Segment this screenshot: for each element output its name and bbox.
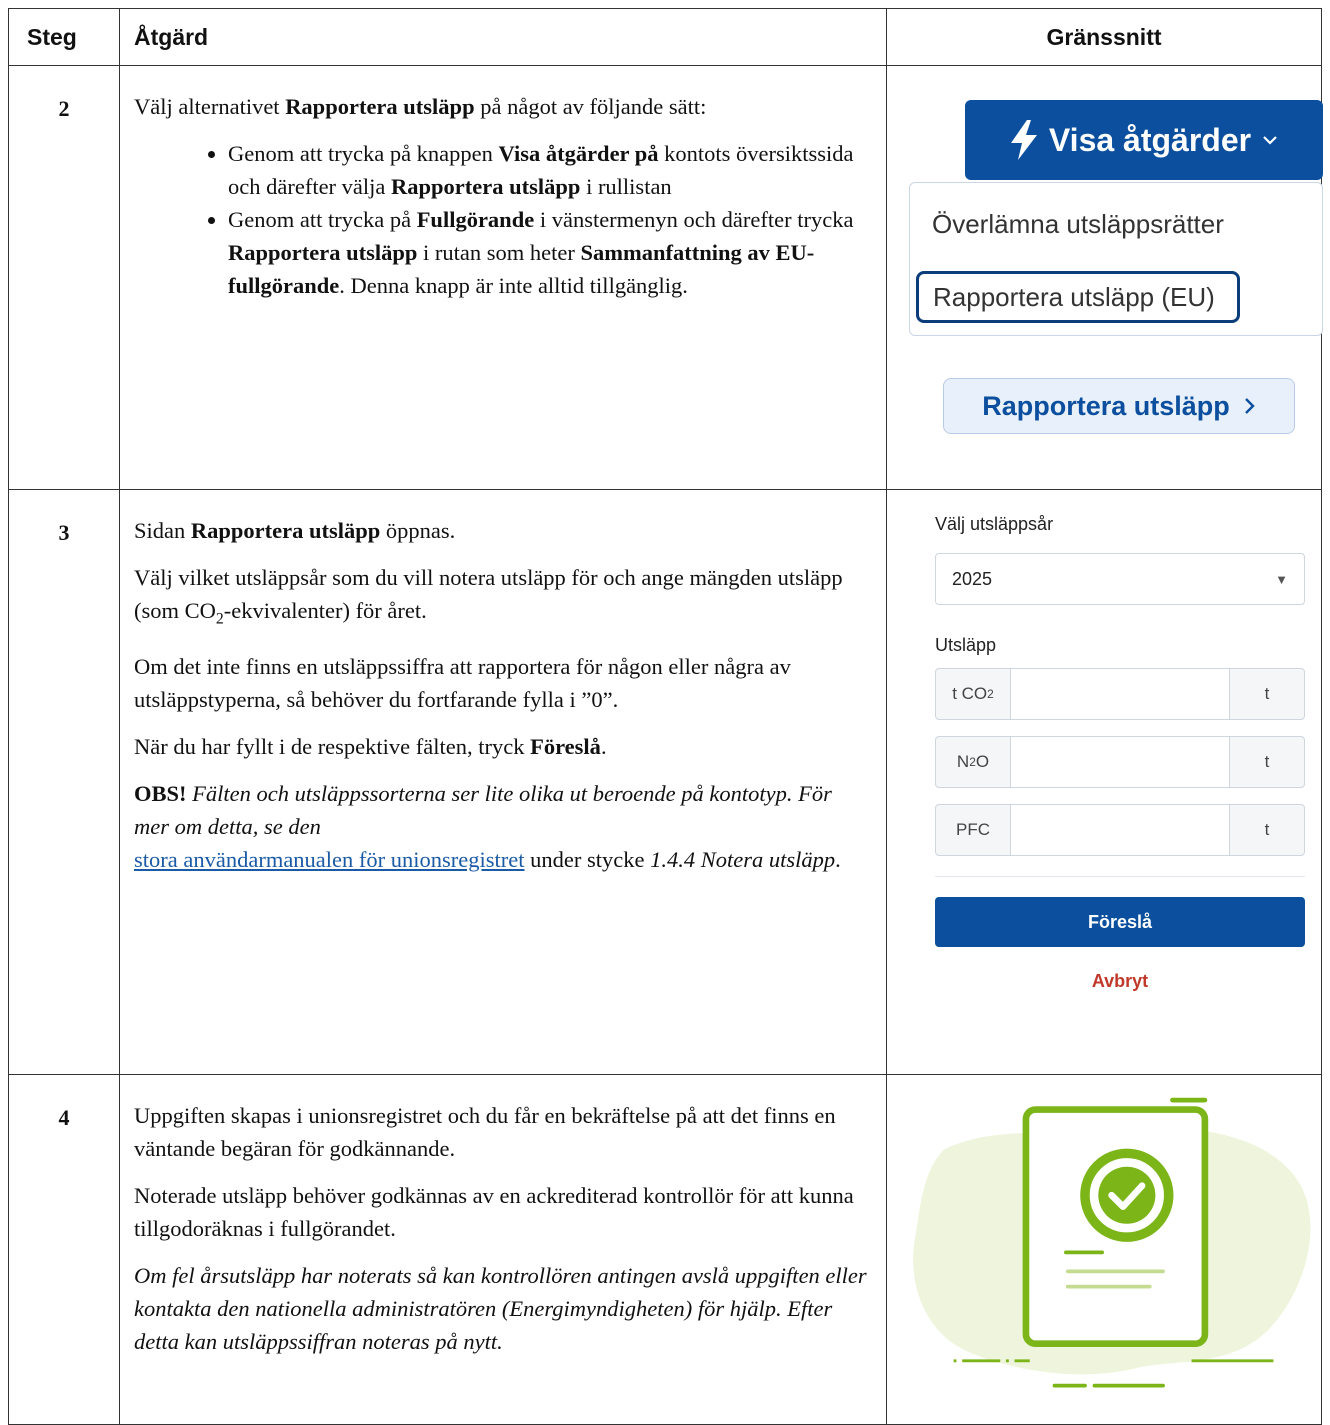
text: på något av följande sätt: bbox=[474, 94, 707, 119]
header-steg: Steg bbox=[8, 8, 120, 66]
bold-text: Rapportera utsläpp bbox=[228, 240, 418, 265]
actions-dropdown: Överlämna utsläppsrätter Rapportera utsl… bbox=[909, 182, 1323, 336]
steps-table: Steg Åtgärd Gränssnitt 2 Välj alternativ… bbox=[8, 8, 1323, 1425]
header-granssnitt: Gränssnitt bbox=[886, 8, 1322, 66]
bold-text: Rapportera utsläpp bbox=[391, 174, 581, 199]
input-unit: t bbox=[1229, 668, 1305, 720]
gui-cell: Visa åtgärder Överlämna utsläppsrätter R… bbox=[886, 65, 1323, 490]
list-item: Genom att trycka på knappen Visa åtgärde… bbox=[228, 137, 872, 203]
list-item: Genom att trycka på Fullgörande i vänste… bbox=[228, 203, 872, 302]
text: i rullistan bbox=[580, 174, 672, 199]
step-paragraph: Välj alternativet Rapportera utsläpp på … bbox=[134, 90, 872, 123]
step-paragraph: Uppgiften skapas i unionsregistret och d… bbox=[134, 1103, 836, 1161]
bold-text: OBS! bbox=[134, 780, 187, 806]
step-paragraph: Om fel årsutsläpp har noterats så kan ko… bbox=[134, 1259, 872, 1358]
subscript: 2 bbox=[987, 687, 994, 701]
emissions-form: Välj utsläppsår 2025 ▼ Utsläpp t CO 2 t N… bbox=[935, 514, 1305, 992]
header-row: Steg Åtgärd Gränssnitt bbox=[8, 8, 1322, 66]
text: Välj alternativet bbox=[134, 94, 286, 119]
chevron-right-icon bbox=[1244, 398, 1255, 414]
step-paragraph: Sidan Rapportera utsläpp öppnas. bbox=[134, 514, 872, 547]
year-value: 2025 bbox=[952, 568, 993, 589]
button-label: Rapportera utsläpp bbox=[982, 390, 1230, 421]
user-manual-link[interactable]: stora användarmanualen för unionsregistr… bbox=[134, 847, 525, 872]
pfc-input-group: PFC t bbox=[935, 804, 1305, 856]
step-number: 3 bbox=[8, 489, 120, 1075]
step-paragraph: OBS! Fälten och utsläppssorterna ser lit… bbox=[134, 777, 872, 876]
bold-text: Visa åtgärder på bbox=[498, 141, 659, 166]
text: under stycke bbox=[524, 846, 651, 872]
document-check-icon bbox=[913, 1097, 1311, 1388]
rapportera-utslapp-button[interactable]: Rapportera utsläpp bbox=[943, 378, 1295, 434]
text: Genom att trycka på bbox=[228, 207, 417, 232]
subscript: 2 bbox=[215, 610, 224, 628]
step-paragraph: Noterade utsläpp behöver godkännas av en… bbox=[134, 1183, 854, 1241]
italic-text: Om fel årsutsläpp har noterats så kan ko… bbox=[134, 1263, 867, 1354]
lightning-icon bbox=[1010, 120, 1037, 160]
bold-text: Rapportera utsläpp bbox=[285, 94, 475, 119]
bold-text: Fullgörande bbox=[416, 207, 535, 232]
step-paragraph: Välj vilket utsläppsår som du vill noter… bbox=[134, 561, 872, 636]
step-description: Välj alternativet Rapportera utsläpp på … bbox=[119, 65, 887, 490]
step-description: Sidan Rapportera utsläpp öppnas. Välj vi… bbox=[119, 489, 887, 1075]
caret-down-icon: ▼ bbox=[1275, 571, 1288, 587]
pfc-input[interactable] bbox=[1011, 804, 1229, 856]
italic-text: Fälten och utsläppssorterna ser lite oli… bbox=[134, 780, 832, 839]
input-prefix: N2O bbox=[935, 736, 1011, 788]
text: . bbox=[835, 846, 841, 872]
input-prefix: t CO 2 bbox=[935, 668, 1011, 720]
input-unit: t bbox=[1229, 736, 1305, 788]
year-label: Välj utsläppsår bbox=[935, 514, 1054, 534]
prefix-text: O bbox=[975, 752, 990, 771]
menu-item-rapportera[interactable]: Rapportera utsläpp (EU) bbox=[916, 271, 1240, 323]
visa-atgarder-button[interactable]: Visa åtgärder bbox=[965, 100, 1323, 180]
text: Genom att trycka på knappen bbox=[228, 141, 499, 166]
step-number: 2 bbox=[8, 65, 120, 490]
foresla-button[interactable]: Föreslå bbox=[935, 897, 1305, 947]
bold-text: Föreslå bbox=[530, 733, 601, 759]
chevron-down-icon bbox=[1263, 136, 1277, 145]
step-paragraph: Om det inte finns en utsläppssiffra att … bbox=[134, 653, 791, 712]
co2-input-group: t CO 2 t bbox=[935, 668, 1305, 720]
input-unit: t bbox=[1229, 804, 1305, 856]
divider bbox=[935, 876, 1305, 877]
step-row-2: 2 Välj alternativet Rapportera utsläpp p… bbox=[8, 65, 1323, 490]
bullet-list: Genom att trycka på knappen Visa åtgärde… bbox=[134, 137, 872, 302]
text: . bbox=[600, 733, 607, 759]
step-paragraph: När du har fyllt i de respektive fälten,… bbox=[134, 730, 872, 763]
n2o-input[interactable] bbox=[1011, 736, 1229, 788]
text: När du har fyllt i de respektive fälten,… bbox=[134, 733, 531, 759]
step-row-3: 3 Sidan Rapportera utsläpp öppnas. Välj … bbox=[8, 489, 1322, 1075]
step-row-4: 4 Uppgiften skapas i unionsregistret och… bbox=[8, 1074, 1322, 1425]
subscript: 2 bbox=[969, 755, 976, 769]
step-description: Uppgiften skapas i unionsregistret och d… bbox=[119, 1074, 887, 1425]
header-atgard: Åtgärd bbox=[119, 8, 887, 66]
text: i vänstermenyn och därefter trycka bbox=[534, 207, 854, 232]
bold-text: Rapportera utsläpp bbox=[190, 518, 381, 543]
text: i rutan som heter bbox=[417, 240, 581, 265]
italic-text: 1.4.4 Notera utsläpp bbox=[650, 846, 836, 872]
prefix-text: t CO bbox=[952, 684, 988, 703]
avbryt-link[interactable]: Avbryt bbox=[935, 971, 1305, 992]
n2o-input-group: N2O t bbox=[935, 736, 1305, 788]
gui-cell: Välj utsläppsår 2025 ▼ Utsläpp t CO 2 t N… bbox=[886, 489, 1322, 1075]
text: Sidan bbox=[134, 518, 191, 543]
input-prefix: PFC bbox=[935, 804, 1011, 856]
button-label: Visa åtgärder bbox=[1048, 121, 1252, 158]
co2-input[interactable] bbox=[1011, 668, 1229, 720]
emission-label: Utsläpp bbox=[935, 635, 997, 655]
text: -ekvivalenter) för året. bbox=[223, 598, 427, 623]
text: . Denna knapp är inte alltid tillgänglig… bbox=[339, 273, 688, 298]
step-number: 4 bbox=[8, 1074, 120, 1425]
year-select[interactable]: 2025 ▼ bbox=[935, 553, 1305, 605]
gui-cell bbox=[886, 1074, 1322, 1425]
text: öppnas. bbox=[380, 518, 456, 543]
menu-item-overlamna[interactable]: Överlämna utsläppsrätter bbox=[932, 209, 1224, 240]
prefix-text: N bbox=[956, 752, 970, 771]
